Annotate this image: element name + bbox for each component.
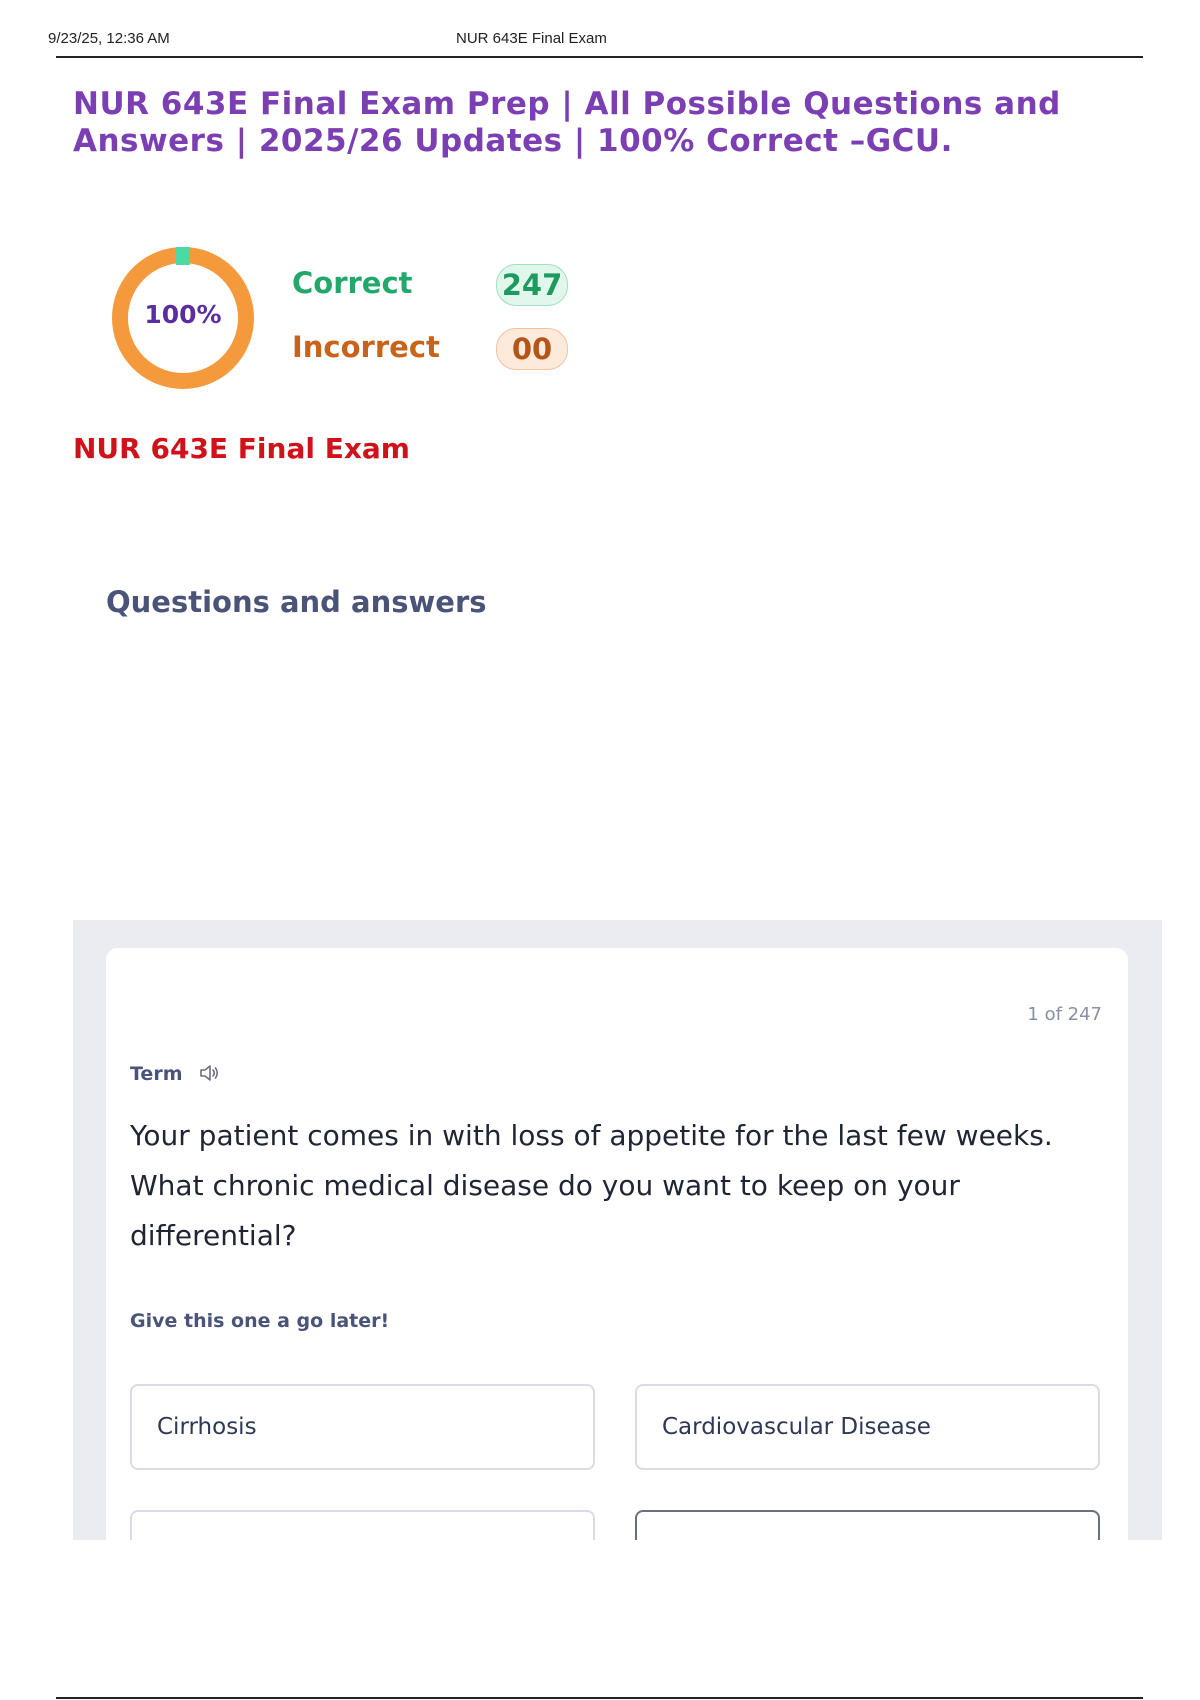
score-donut-marker — [176, 247, 190, 265]
answer-option[interactable]: Cirrhosis — [130, 1384, 595, 1470]
document-title: NUR 643E Final Exam Prep | All Possible … — [73, 86, 1061, 159]
flashcard: 1 of 247 Term Your patient comes in with… — [106, 948, 1128, 1540]
term-label: Term — [130, 1063, 183, 1085]
print-date: 9/23/25, 12:36 AM — [48, 30, 170, 47]
flashcard-panel: 1 of 247 Term Your patient comes in with… — [73, 920, 1162, 1540]
skip-hint[interactable]: Give this one a go later! — [130, 1310, 389, 1332]
print-page-title: NUR 643E Final Exam — [456, 30, 607, 47]
speaker-icon[interactable] — [198, 1062, 220, 1084]
answer-option[interactable]: Cardiovascular Disease — [635, 1384, 1100, 1470]
exam-name: NUR 643E Final Exam — [73, 432, 410, 465]
incorrect-label: Incorrect — [292, 330, 440, 364]
answer-option-label: Cirrhosis — [157, 1414, 257, 1440]
score-percent: 100% — [144, 300, 222, 329]
answer-option-label: Cardiovascular Disease — [662, 1414, 931, 1440]
answer-option[interactable] — [635, 1510, 1100, 1540]
correct-label: Correct — [292, 266, 413, 300]
footer-divider — [56, 1697, 1143, 1699]
question-text: Your patient comes in with loss of appet… — [130, 1119, 1053, 1252]
answer-option[interactable] — [130, 1510, 595, 1540]
card-counter: 1 of 247 — [1027, 1004, 1102, 1025]
section-heading: Questions and answers — [106, 585, 487, 619]
header-divider — [56, 56, 1143, 58]
correct-count-badge: 247 — [496, 264, 568, 306]
incorrect-count-badge: 00 — [496, 328, 568, 370]
